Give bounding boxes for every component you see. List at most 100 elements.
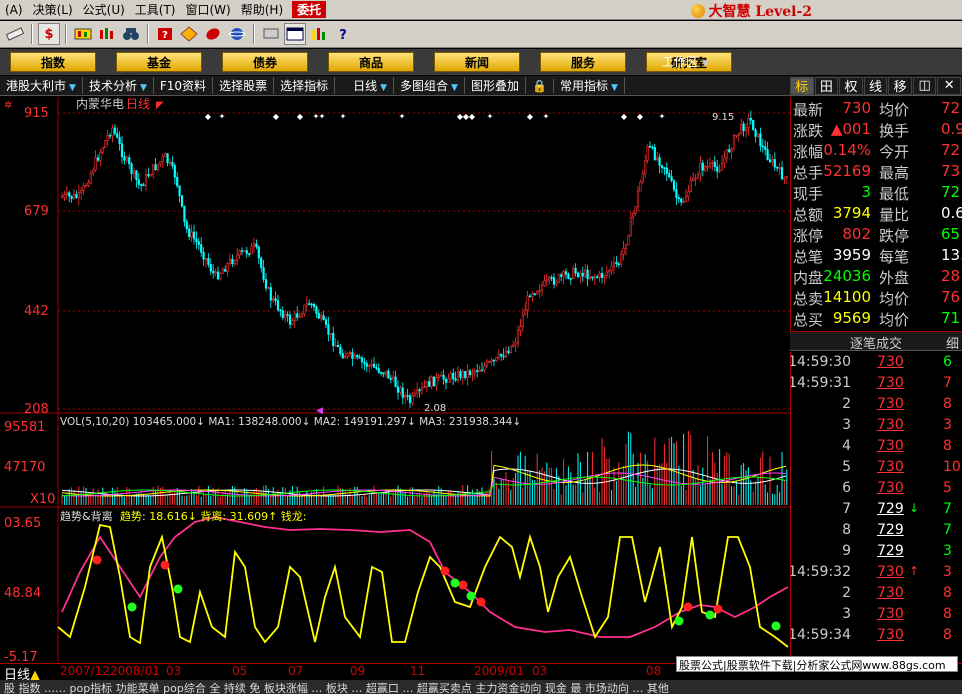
tab-tech-analysis[interactable]: 技术分析 ▼ (83, 77, 154, 94)
candle-body (584, 269, 587, 277)
trade-time: 6 (842, 480, 851, 496)
candle-body (171, 161, 174, 166)
tab-f10[interactable]: F10资料 (154, 77, 214, 94)
binoculars-icon[interactable] (120, 23, 142, 45)
trade-price: 730 (877, 459, 904, 475)
module-commodity-button[interactable]: 商品 (328, 52, 414, 72)
close-icon[interactable]: ✕ (937, 76, 962, 95)
candles-icon[interactable] (96, 23, 118, 45)
candle-body (274, 298, 277, 301)
toolbar-separator (147, 24, 149, 44)
lock-icon[interactable]: 🔒 (526, 78, 554, 93)
module-index-button[interactable]: 指数 (10, 52, 96, 72)
module-service-button[interactable]: 服务 (540, 52, 626, 72)
candle-body (432, 376, 436, 387)
tab-daily[interactable]: 日线 ▼ (335, 77, 395, 94)
trade-volume: 3 (943, 543, 952, 559)
module-bond-button[interactable]: 债券 (222, 52, 308, 72)
trade-ticker-list[interactable]: 14:59:30 730 6 14:59:31 730 7 2 730 8 3 730 3 4 730 8 5… (790, 352, 962, 662)
candle-body (135, 170, 138, 180)
candle-body (377, 368, 380, 373)
alarm-icon[interactable]: ? (154, 23, 176, 45)
rtab-grid[interactable]: 田 (814, 76, 839, 95)
status-strip[interactable]: 股 指数 …… pop指标 功能菜单 pop综合 全 持续 免 板块涨幅 … 板… (0, 680, 962, 694)
window-icon[interactable] (284, 23, 306, 45)
window-restore-icon[interactable]: ◫ (912, 76, 937, 95)
trade-ticker-detail[interactable]: 细 (946, 333, 959, 352)
quote-label: 换手 (879, 122, 910, 140)
menu-item-formula[interactable]: 公式(U) (78, 1, 130, 18)
candle-body (375, 366, 378, 369)
settings-icon[interactable]: ✲ (4, 100, 12, 111)
candle-body (591, 276, 594, 279)
tab-common-indicators[interactable]: 常用指标 ▼ (554, 77, 625, 94)
tab-hk-market[interactable]: 港股大利市 ▼ (0, 77, 83, 94)
cursor-icon[interactable]: ◤ (156, 100, 164, 111)
rocket-icon[interactable] (202, 23, 224, 45)
signal-marker: ✦ (319, 112, 326, 121)
ad-banner[interactable]: 股票公式|股票软件下载|分析家公式网www.88gs.com (676, 656, 958, 672)
candle-body (339, 346, 342, 354)
candle-body (149, 174, 152, 177)
candle-body (399, 387, 402, 393)
tab-select-stock[interactable]: 选择股票 (213, 77, 275, 94)
signal-dot (771, 621, 781, 631)
quote-row: 现手 3 最低 72 (791, 183, 962, 204)
candle-body (744, 127, 748, 132)
x-axis-label: 11 (410, 664, 426, 678)
menu-item-trade[interactable]: 委托 (292, 1, 327, 18)
menu-item-0[interactable]: (A) (0, 3, 28, 17)
quote-label: 最低 (879, 185, 910, 203)
monitor-icon[interactable] (260, 23, 282, 45)
candle-body (204, 258, 208, 260)
tab-select-indicator[interactable]: 选择指标 (274, 77, 336, 94)
signal-marker: ◆ (273, 112, 280, 121)
bars-icon[interactable] (308, 23, 330, 45)
help-icon[interactable]: ? (332, 23, 354, 45)
candle-body (248, 253, 251, 255)
candle-body (276, 300, 280, 311)
chart-area[interactable]: ◆ ✦ ◆ ◆ ✦ ✦ ✦ ✦ ◆ ◆ ◆ ✦ ◆ ✦ ◆ ◆ ✦◀ ✲ 内蒙华电 日线 ◤ 915 679 4… (0, 97, 790, 663)
candle-body (365, 363, 368, 367)
menu-item-tools[interactable]: 工具(T) (130, 1, 181, 18)
module-fund-button[interactable]: 基金 (116, 52, 202, 72)
menu-item-help[interactable]: 帮助(H) (236, 1, 288, 18)
rtab-rights[interactable]: 权 (839, 76, 863, 95)
kline-icon[interactable] (72, 23, 94, 45)
tab-overlay[interactable]: 图形叠加 (465, 77, 526, 94)
tab-multi-chart[interactable]: 多图组合 ▼ (394, 77, 465, 94)
module-news-button[interactable]: 新闻 (434, 52, 520, 72)
candle-body (120, 143, 124, 157)
candle-body (464, 370, 467, 378)
trade-volume: 6 (943, 354, 952, 370)
planet-icon[interactable] (226, 23, 248, 45)
candle-body (634, 206, 637, 214)
quote-value: 72 (941, 183, 961, 201)
toolbar-separator (31, 24, 33, 44)
candle-body (663, 167, 666, 169)
dollar-icon[interactable]: $ (38, 23, 60, 45)
candle-body (740, 123, 743, 134)
rtab-move[interactable]: 移 (888, 76, 912, 95)
candle-body (413, 392, 416, 396)
quote-row: 总卖 14100 均价 76 (791, 288, 962, 309)
candle-body (668, 173, 671, 177)
ruler-icon[interactable] (4, 23, 26, 45)
candle-body (608, 270, 611, 273)
rtab-line[interactable]: 线 (863, 76, 888, 95)
quote-value: 802 (842, 225, 871, 243)
menu-item-decision[interactable]: 决策(L) (28, 1, 78, 18)
candle-body (360, 357, 364, 363)
tab-label: 常用指标 (559, 79, 608, 93)
candle-body (425, 381, 428, 387)
workarea-menu[interactable]: 工作区 ▼ (662, 53, 709, 70)
candle-body (396, 386, 400, 393)
diamond-icon[interactable] (178, 23, 200, 45)
rtab-quote[interactable]: 标 (790, 76, 814, 95)
candle-body (106, 134, 109, 141)
signal-dot (440, 566, 450, 576)
candle-body (233, 260, 236, 264)
menu-item-window[interactable]: 窗口(W) (181, 1, 236, 18)
candle-body (368, 365, 371, 367)
signal-dot (674, 616, 684, 626)
